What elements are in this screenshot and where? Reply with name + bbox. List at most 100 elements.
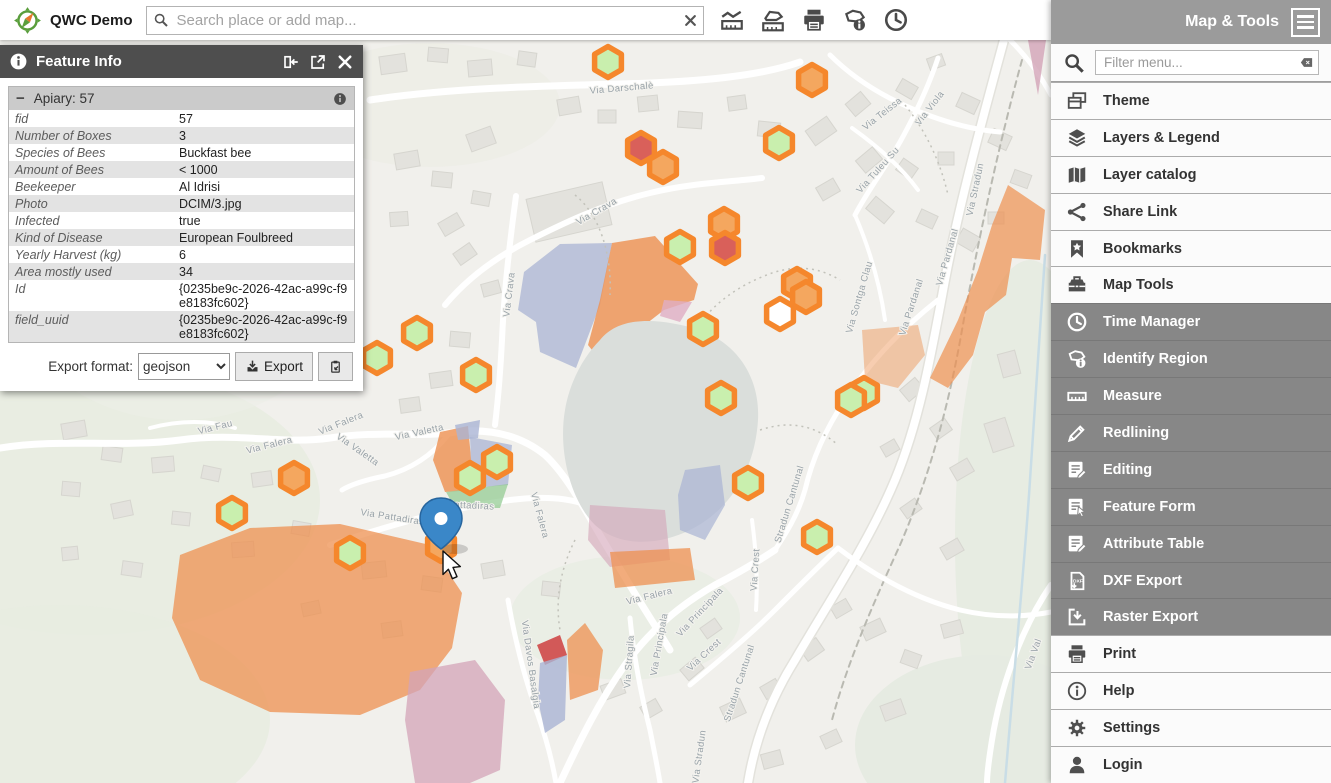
maximize-panel-icon[interactable] [309,53,327,71]
sidebar-item-label: Time Manager [1103,314,1200,330]
time-manager-icon[interactable] [883,7,909,33]
dock-panel-icon[interactable] [282,53,300,71]
sidebar-item-label: Editing [1103,462,1152,478]
apiary-marker-green[interactable] [838,385,865,416]
identify-region-icon[interactable] [842,7,868,33]
apiary-marker-green[interactable] [337,538,364,569]
apiary-marker-green[interactable] [690,314,717,345]
apiary-marker-orange[interactable] [650,152,677,183]
filter-menu-input[interactable] [1095,50,1319,75]
apiary-marker-green[interactable] [708,383,735,414]
sidebar-item-label: Attribute Table [1103,536,1204,552]
top-bar: QWC Demo [0,0,1051,40]
apiary-marker-green[interactable] [404,318,431,349]
sidebar-item-help[interactable]: Help [1051,672,1331,709]
print-icon[interactable] [801,7,827,33]
clipboard-icon [328,359,343,374]
filter-clear-icon[interactable] [1299,55,1314,70]
feature-section-title: Apiary: 57 [34,91,95,106]
attribute-label: Photo [9,195,173,212]
sidebar-item-attribute-table[interactable]: Attribute Table [1051,525,1331,562]
attribute-value: 34 [173,263,354,280]
sidebar-item-bookmarks[interactable]: Bookmarks [1051,230,1331,267]
sidebar-item-label: Feature Form [1103,499,1196,515]
sidebar-item-layer-catalog[interactable]: Layer catalog [1051,156,1331,193]
export-format-label: Export format: [48,359,133,374]
sidebar-item-layers-legend[interactable]: Layers & Legend [1051,119,1331,156]
sidebar-item-label: Theme [1103,93,1150,109]
sidebar-item-label: Print [1103,646,1136,662]
attribute-value: 57 [173,110,354,127]
apiary-marker-red[interactable] [712,233,739,264]
sidebar-item-theme[interactable]: Theme [1051,82,1331,119]
apiary-marker-green[interactable] [463,360,490,391]
measure-line-icon[interactable] [719,7,745,33]
sidebar-item-identify-region[interactable]: Identify Region [1051,340,1331,377]
collapse-icon[interactable]: − [16,90,25,107]
dxf-icon: DXF [1066,570,1088,592]
apiary-marker-orange[interactable] [799,65,826,96]
copy-to-clipboard-button[interactable] [318,352,353,381]
measure-area-icon[interactable] [760,7,786,33]
close-panel-icon[interactable] [336,53,354,71]
sidebar-item-label: Measure [1103,388,1162,404]
apiary-marker-orange[interactable] [281,463,308,494]
apiary-marker-green[interactable] [364,343,391,374]
sidebar-item-map-tools[interactable]: Map Tools [1051,266,1331,303]
apiary-marker-green[interactable] [667,232,694,263]
apiary-marker-green[interactable] [735,468,762,499]
sidebar-item-raster-export[interactable]: Raster Export [1051,598,1331,635]
hamburger-menu-icon[interactable] [1291,8,1320,37]
apiary-marker-green[interactable] [457,463,484,494]
sidebar-item-label: Login [1103,757,1142,773]
apiary-marker-orange[interactable] [793,282,820,313]
attribute-label: Yearly Harvest (kg) [9,246,173,263]
sidebar-item-settings[interactable]: Settings [1051,709,1331,746]
apiary-marker-green[interactable] [766,128,793,159]
sidebar-filter-row [1051,44,1331,82]
theme-icon [1066,90,1088,112]
attribute-row: Amount of Bees< 1000 [9,161,354,178]
attribute-row: fid57 [9,110,354,127]
sidebar-item-feature-form[interactable]: Feature Form [1051,488,1331,525]
export-button[interactable]: Export [235,352,313,381]
attribute-value: DCIM/3.jpg [173,195,354,212]
apiary-marker-white[interactable] [767,299,794,330]
apiary-marker-green[interactable] [595,47,622,78]
attribute-value: 6 [173,246,354,263]
sidebar-item-measure[interactable]: Measure [1051,377,1331,414]
sidebar-item-share-link[interactable]: Share Link [1051,193,1331,230]
sidebar-item-editing[interactable]: Editing [1051,451,1331,488]
sidebar-item-redlining[interactable]: Redlining [1051,414,1331,451]
sidebar-item-label: Map Tools [1103,277,1174,293]
attribute-value: true [173,212,354,229]
apiary-marker-green[interactable] [804,522,831,553]
feature-info-body: − Apiary: 57 fid57Number of Boxes3Specie… [0,78,363,391]
sidebar-item-label: Bookmarks [1103,241,1182,257]
apiary-marker-green[interactable] [484,447,511,478]
feature-section-header[interactable]: − Apiary: 57 [9,87,354,110]
attribute-label: field_uuid [9,311,173,342]
attribute-label: Kind of Disease [9,229,173,246]
sidebar-item-dxf-export[interactable]: DXFDXF Export [1051,562,1331,599]
sidebar-item-label: Help [1103,683,1134,699]
attribute-row: Kind of DiseaseEuropean Foulbreed [9,229,354,246]
sidebar-item-label: Settings [1103,720,1160,736]
user-icon [1066,754,1088,776]
sidebar: Map & Tools ThemeLayers & LegendLayer ca… [1051,0,1331,783]
apiary-marker-green[interactable] [219,498,246,529]
attribute-value: Buckfast bee [173,144,354,161]
sidebar-item-login[interactable]: Login [1051,746,1331,783]
feature-info-circle-icon[interactable] [333,92,347,106]
export-format-select[interactable]: geojson [138,353,230,380]
search-clear-icon[interactable] [684,14,697,27]
sidebar-item-time-manager[interactable]: Time Manager [1051,303,1331,340]
sidebar-menu: Theme Layers & LegendLayer catalogShare L… [1051,82,1331,783]
attribute-row: Species of BeesBuckfast bee [9,144,354,161]
search-icon [153,12,169,28]
info-icon [1066,680,1088,702]
search-input[interactable] [175,11,678,30]
layers-icon [1066,127,1088,149]
attribute-row: Yearly Harvest (kg)6 [9,246,354,263]
sidebar-item-print[interactable]: Print [1051,635,1331,672]
